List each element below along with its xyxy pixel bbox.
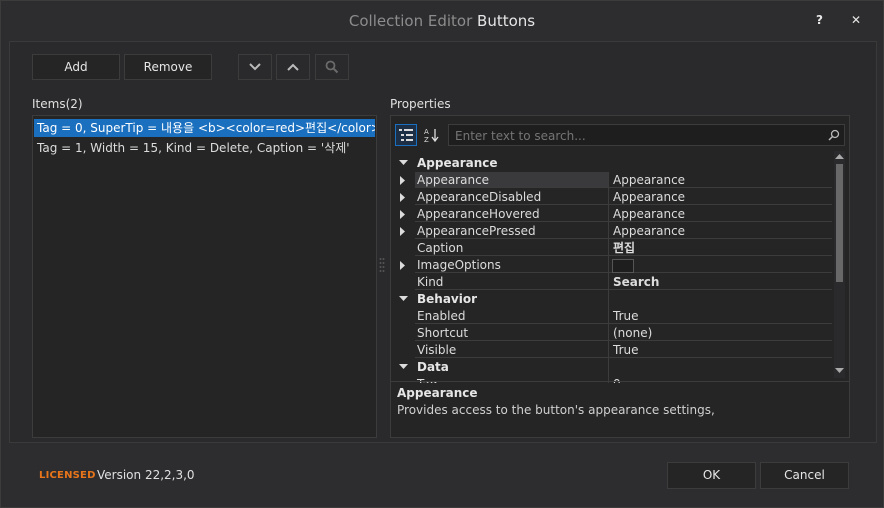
properties-label: Properties <box>390 97 451 111</box>
alphabetical-view-button[interactable]: A Z <box>421 124 443 146</box>
category-label: Behavior <box>417 292 478 306</box>
category-label: Appearance <box>417 156 498 170</box>
search-icon <box>828 129 840 141</box>
description-text: Provides access to the button's appearan… <box>397 403 715 417</box>
property-row[interactable]: Visible True <box>397 342 832 359</box>
property-grid: A Z AppearanceAppearanceAppearanceAppear… <box>390 115 850 438</box>
property-row[interactable]: Kind Search <box>397 274 832 291</box>
items-label: Items(2) <box>32 97 83 111</box>
list-item[interactable]: Tag = 1, Width = 15, Kind = Delete, Capt… <box>34 139 375 157</box>
property-search-input[interactable] <box>453 126 817 146</box>
property-category[interactable]: Behavior <box>397 291 832 308</box>
move-down-button[interactable] <box>238 54 272 80</box>
move-up-button[interactable] <box>276 54 310 80</box>
property-row[interactable]: AppearanceHovered Appearance <box>397 206 832 223</box>
search-icon <box>325 60 339 74</box>
property-category[interactable]: Appearance <box>397 155 832 172</box>
scroll-down-icon[interactable] <box>835 368 844 374</box>
scroll-up-icon[interactable] <box>835 154 844 160</box>
property-category[interactable]: Data <box>397 359 832 376</box>
licensed-badge: LICENSED <box>39 470 96 481</box>
property-name: AppearanceHovered <box>415 206 609 222</box>
list-item[interactable]: Tag = 0, SuperTip = 내용을 <b><color=red>편집… <box>34 119 375 137</box>
property-name: Shortcut <box>415 325 609 341</box>
column-separator[interactable] <box>608 172 609 383</box>
property-name: Visible <box>415 342 609 358</box>
scroll-thumb[interactable] <box>836 164 843 282</box>
close-button[interactable]: ✕ <box>851 13 861 27</box>
property-name: ImageOptions <box>415 257 609 273</box>
window-title: Collection Editor Buttons <box>1 12 883 30</box>
property-row[interactable]: AppearancePressed Appearance <box>397 223 832 240</box>
collapse-icon[interactable] <box>399 364 408 370</box>
expand-icon[interactable] <box>400 261 406 270</box>
property-row[interactable]: ImageOptions <box>397 257 832 274</box>
property-value[interactable] <box>609 257 832 273</box>
property-name: AppearancePressed <box>415 223 609 239</box>
expand-icon[interactable] <box>400 176 406 185</box>
property-value[interactable]: Appearance <box>609 172 832 188</box>
property-name: Caption <box>415 240 609 256</box>
property-rows: Appearance Appearance Appearance Appearance… <box>397 155 840 383</box>
editor-body: Add Remove Items(2) Tag = 0, SuperTip = … <box>9 41 877 443</box>
property-value[interactable]: Appearance <box>609 223 832 239</box>
property-row[interactable]: AppearanceDisabled Appearance <box>397 189 832 206</box>
property-value[interactable]: True <box>609 342 832 358</box>
footer-bar: LICENSED Version 22,2,3,0 OK Cancel <box>1 445 883 507</box>
collapse-icon[interactable] <box>399 160 408 166</box>
add-button[interactable]: Add <box>32 54 120 80</box>
description-divider <box>391 381 849 382</box>
categorized-view-button[interactable] <box>395 124 417 146</box>
property-name: AppearanceDisabled <box>415 189 609 205</box>
title-bar: Collection Editor Buttons ? ✕ <box>1 1 883 41</box>
property-scrollbar[interactable] <box>834 151 845 378</box>
cancel-button[interactable]: Cancel <box>760 462 849 489</box>
property-value[interactable]: Appearance <box>609 189 832 205</box>
property-value[interactable]: 편집 <box>609 240 832 256</box>
image-swatch <box>612 259 634 273</box>
help-button[interactable]: ? <box>816 13 823 27</box>
property-search-box[interactable] <box>448 124 845 146</box>
chevron-down-icon <box>249 63 261 71</box>
svg-text:Z: Z <box>424 136 429 143</box>
category-label: Data <box>417 360 449 374</box>
property-name: Appearance <box>415 172 609 188</box>
property-value[interactable]: True <box>609 308 832 324</box>
property-name: Enabled <box>415 308 609 324</box>
description-title: Appearance <box>397 386 478 400</box>
collection-editor-window: Collection Editor Buttons ? ✕ Add Remove… <box>0 0 884 508</box>
property-value[interactable]: Search <box>609 274 832 290</box>
collapse-icon[interactable] <box>399 296 408 302</box>
expand-icon[interactable] <box>400 193 406 202</box>
svg-text:A: A <box>424 128 429 136</box>
categorized-icon <box>399 129 413 141</box>
version-label: Version 22,2,3,0 <box>97 468 195 482</box>
property-name: Kind <box>415 274 609 290</box>
property-value[interactable]: Appearance <box>609 206 832 222</box>
expand-icon[interactable] <box>400 227 406 236</box>
sort-alpha-icon: A Z <box>424 128 439 143</box>
property-row[interactable]: Shortcut (none) <box>397 325 832 342</box>
items-list[interactable]: Tag = 0, SuperTip = 내용을 <b><color=red>편집… <box>32 115 377 438</box>
property-value[interactable]: (none) <box>609 325 832 341</box>
property-row[interactable]: Enabled True <box>397 308 832 325</box>
property-row[interactable]: Appearance Appearance <box>397 172 832 189</box>
remove-button[interactable]: Remove <box>124 54 212 80</box>
window-title-prefix: Collection Editor <box>348 12 473 30</box>
property-row[interactable]: Caption 편집 <box>397 240 832 257</box>
ok-button[interactable]: OK <box>667 462 756 489</box>
expand-icon[interactable] <box>400 210 406 219</box>
find-button[interactable] <box>315 54 349 80</box>
splitter-grip[interactable] <box>379 257 385 273</box>
chevron-up-icon <box>287 63 299 71</box>
window-title-main: Buttons <box>477 12 536 30</box>
